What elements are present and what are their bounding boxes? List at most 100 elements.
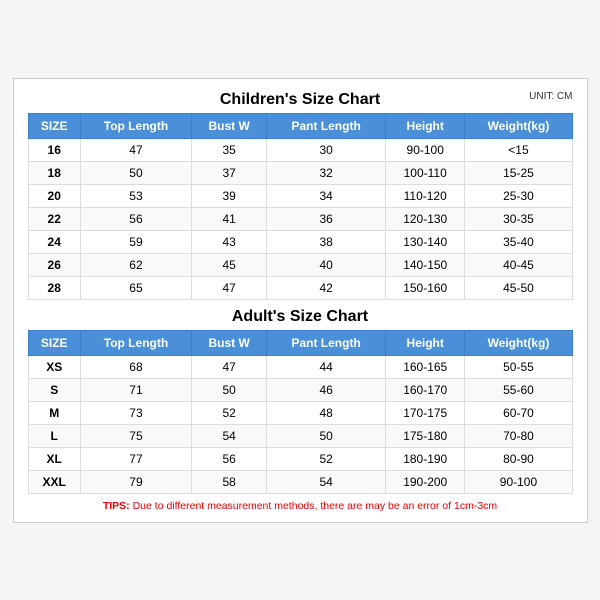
adult-header-pantlength: Pant Length [267, 330, 386, 355]
table-cell: 170-175 [386, 401, 465, 424]
table-row: XXL795854190-20090-100 [28, 470, 572, 493]
table-cell: 36 [267, 207, 386, 230]
adult-header-height: Height [386, 330, 465, 355]
unit-label: UNIT: CM [529, 91, 572, 102]
children-table: SIZE Top Length Bust W Pant Length Heigh… [28, 113, 573, 300]
table-row: 22564136120-13030-35 [28, 207, 572, 230]
table-cell: XS [28, 355, 80, 378]
table-cell: 90-100 [386, 138, 465, 161]
table-cell: 40 [267, 253, 386, 276]
table-cell: 40-45 [465, 253, 572, 276]
table-row: S715046160-17055-60 [28, 378, 572, 401]
table-cell: 15-25 [465, 161, 572, 184]
table-cell: <15 [465, 138, 572, 161]
table-cell: 180-190 [386, 447, 465, 470]
table-cell: 65 [80, 276, 191, 299]
table-cell: 37 [192, 161, 267, 184]
table-cell: 160-165 [386, 355, 465, 378]
table-cell: 38 [267, 230, 386, 253]
table-cell: 30-35 [465, 207, 572, 230]
table-row: L755450175-18070-80 [28, 424, 572, 447]
adult-header-size: SIZE [28, 330, 80, 355]
table-cell: 71 [80, 378, 191, 401]
table-cell: 73 [80, 401, 191, 424]
table-cell: 77 [80, 447, 191, 470]
table-cell: 20 [28, 184, 80, 207]
table-cell: 80-90 [465, 447, 572, 470]
table-cell: 52 [192, 401, 267, 424]
table-cell: 24 [28, 230, 80, 253]
table-cell: 160-170 [386, 378, 465, 401]
tips-text: Due to different measurement methods, th… [133, 500, 498, 512]
children-title: Children's Size Chart [220, 91, 380, 109]
table-cell: S [28, 378, 80, 401]
table-cell: 68 [80, 355, 191, 378]
table-cell: 90-100 [465, 470, 572, 493]
table-row: 20533934110-12025-30 [28, 184, 572, 207]
table-cell: 55-60 [465, 378, 572, 401]
table-cell: 56 [80, 207, 191, 230]
children-header-size: SIZE [28, 113, 80, 138]
table-cell: 35-40 [465, 230, 572, 253]
table-cell: 35 [192, 138, 267, 161]
table-cell: 56 [192, 447, 267, 470]
table-cell: 48 [267, 401, 386, 424]
table-cell: 70-80 [465, 424, 572, 447]
table-row: 24594338130-14035-40 [28, 230, 572, 253]
table-cell: 150-160 [386, 276, 465, 299]
table-cell: 39 [192, 184, 267, 207]
table-cell: 100-110 [386, 161, 465, 184]
table-cell: 190-200 [386, 470, 465, 493]
table-cell: 120-130 [386, 207, 465, 230]
table-cell: 45 [192, 253, 267, 276]
table-cell: 46 [267, 378, 386, 401]
adult-title-row: Adult's Size Chart [28, 308, 573, 326]
table-cell: 59 [80, 230, 191, 253]
table-cell: 43 [192, 230, 267, 253]
table-cell: 50 [80, 161, 191, 184]
table-cell: 41 [192, 207, 267, 230]
table-cell: 110-120 [386, 184, 465, 207]
table-cell: 140-150 [386, 253, 465, 276]
tips-row: TIPS: Due to different measurement metho… [28, 500, 573, 512]
table-cell: 79 [80, 470, 191, 493]
table-cell: 53 [80, 184, 191, 207]
table-cell: 54 [267, 470, 386, 493]
adult-header-weight: Weight(kg) [465, 330, 572, 355]
tips-label: TIPS: [103, 500, 130, 512]
table-cell: 25-30 [465, 184, 572, 207]
table-cell: XXL [28, 470, 80, 493]
table-cell: 45-50 [465, 276, 572, 299]
children-header-pantlength: Pant Length [267, 113, 386, 138]
adult-header-row: SIZE Top Length Bust W Pant Length Heigh… [28, 330, 572, 355]
table-cell: 58 [192, 470, 267, 493]
table-row: XL775652180-19080-90 [28, 447, 572, 470]
children-header-weight: Weight(kg) [465, 113, 572, 138]
table-row: 28654742150-16045-50 [28, 276, 572, 299]
table-cell: 50-55 [465, 355, 572, 378]
table-cell: 22 [28, 207, 80, 230]
table-cell: 50 [267, 424, 386, 447]
table-row: XS684744160-16550-55 [28, 355, 572, 378]
table-row: 1647353090-100<15 [28, 138, 572, 161]
children-header-height: Height [386, 113, 465, 138]
table-cell: 52 [267, 447, 386, 470]
children-header-row: SIZE Top Length Bust W Pant Length Heigh… [28, 113, 572, 138]
table-cell: 47 [192, 276, 267, 299]
table-cell: 47 [80, 138, 191, 161]
table-cell: 26 [28, 253, 80, 276]
table-cell: 30 [267, 138, 386, 161]
adult-table: SIZE Top Length Bust W Pant Length Heigh… [28, 330, 573, 494]
children-header-toplength: Top Length [80, 113, 191, 138]
table-cell: 50 [192, 378, 267, 401]
adult-header-bustw: Bust W [192, 330, 267, 355]
children-header-bustw: Bust W [192, 113, 267, 138]
table-cell: XL [28, 447, 80, 470]
table-cell: 42 [267, 276, 386, 299]
children-title-row: Children's Size Chart UNIT: CM [28, 91, 573, 109]
table-cell: 44 [267, 355, 386, 378]
table-row: 26624540140-15040-45 [28, 253, 572, 276]
table-cell: L [28, 424, 80, 447]
adult-title: Adult's Size Chart [232, 308, 368, 326]
table-cell: 32 [267, 161, 386, 184]
